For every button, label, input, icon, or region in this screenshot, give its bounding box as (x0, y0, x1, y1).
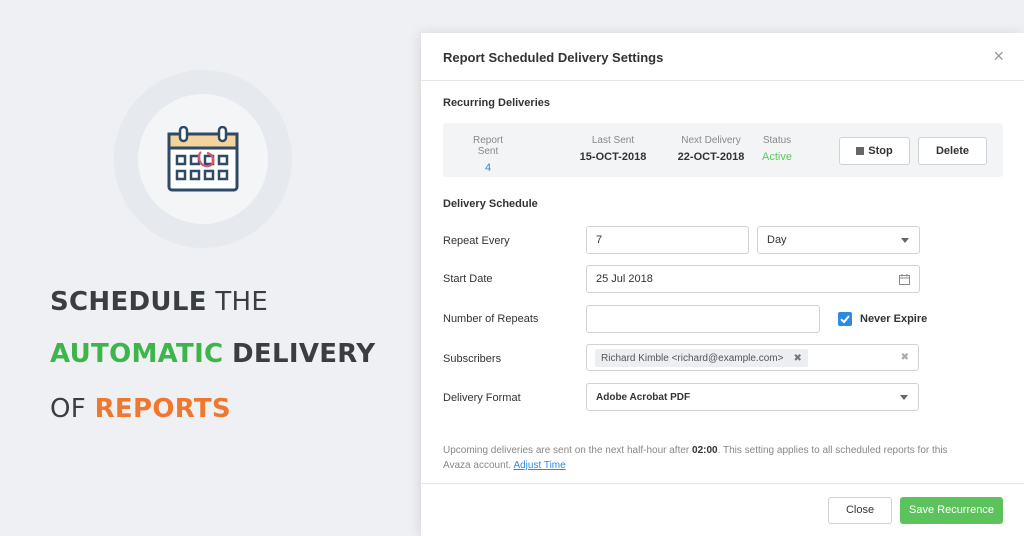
delivery-format-value: Adobe Acrobat PDF (596, 391, 691, 403)
note-text-pre: Upcoming deliveries are sent on the next… (443, 445, 690, 456)
subscribers-label: Subscribers (443, 353, 502, 365)
subscriber-tag: Richard Kimble <richard@example.com> ✖ (595, 349, 808, 367)
stop-button-label: Stop (868, 145, 893, 157)
repeat-every-input[interactable]: 7 (586, 226, 749, 254)
hero-line-2: AUTOMATIC DELIVERY (50, 339, 375, 369)
subscriber-tag-label: Richard Kimble <richard@example.com> (601, 352, 784, 364)
stat-value: 22-OCT-2018 (677, 151, 745, 163)
start-date-input[interactable]: 25 Jul 2018 (586, 265, 920, 293)
stat-value: 4 (484, 162, 492, 174)
modal-footer-divider (421, 483, 1024, 484)
stat-status: Status Active (751, 135, 803, 163)
start-date-label: Start Date (443, 273, 493, 285)
chevron-down-icon (900, 395, 908, 400)
modal-title: Report Scheduled Delivery Settings (443, 50, 664, 65)
stop-button[interactable]: Stop (839, 137, 910, 165)
number-of-repeats-input[interactable] (586, 305, 820, 333)
clear-subscribers-icon[interactable]: ✖ (901, 352, 909, 363)
delivery-settings-modal: Report Scheduled Delivery Settings × Rec… (421, 33, 1024, 536)
remove-subscriber-icon[interactable]: ✖ (793, 353, 801, 364)
never-expire-checkbox[interactable] (838, 312, 852, 326)
hero-word-reports: REPORTS (94, 394, 231, 424)
save-recurrence-button[interactable]: Save Recurrence (900, 497, 1003, 524)
repeat-unit-value: Day (767, 234, 787, 246)
never-expire-label[interactable]: Never Expire (860, 313, 927, 325)
hero-word-schedule: SCHEDULE (50, 287, 207, 317)
calendar-icon (167, 126, 239, 192)
subscribers-input[interactable]: Richard Kimble <richard@example.com> ✖ ✖ (586, 344, 919, 371)
stop-icon (856, 147, 865, 155)
hero-word-the: THE (215, 287, 269, 317)
close-icon[interactable]: × (993, 46, 1004, 67)
calendar-picker-icon[interactable] (899, 274, 910, 285)
stat-label: Report Sent (472, 135, 503, 157)
hero-word-automatic: AUTOMATIC (50, 339, 224, 369)
repeat-unit-select[interactable]: Day (757, 226, 920, 254)
number-of-repeats-label: Number of Repeats (443, 313, 539, 325)
stat-last-sent: Last Sent 15-OCT-2018 (561, 135, 665, 163)
start-date-value: 25 Jul 2018 (596, 273, 653, 285)
delivery-format-select[interactable]: Adobe Acrobat PDF (586, 383, 919, 411)
hero-line-3: OF REPORTS (50, 394, 231, 424)
modal-header: Report Scheduled Delivery Settings × (421, 33, 1024, 81)
hero-word-of: OF (50, 394, 87, 424)
stat-value: 15-OCT-2018 (579, 151, 647, 163)
hero-word-delivery: DELIVERY (232, 339, 376, 369)
adjust-time-link[interactable]: Adjust Time (513, 460, 565, 471)
stat-label: Status (762, 135, 792, 146)
stat-report-sent: Report Sent 4 (463, 135, 513, 174)
delivery-summary: Report Sent 4 Last Sent 15-OCT-2018 Next… (443, 123, 1003, 177)
schedule-note: Upcoming deliveries are sent on the next… (443, 443, 963, 473)
note-time: 02:00 (692, 445, 718, 456)
stat-value: Active (762, 151, 792, 163)
delivery-schedule-heading: Delivery Schedule (443, 198, 538, 210)
recurring-deliveries-heading: Recurring Deliveries (443, 97, 550, 109)
stat-label: Last Sent (591, 135, 635, 146)
delivery-format-label: Delivery Format (443, 392, 521, 404)
checkmark-icon (840, 315, 850, 324)
close-button[interactable]: Close (828, 497, 892, 524)
stat-label: Next Delivery (681, 135, 741, 146)
hero-line-1: SCHEDULE THE (50, 287, 268, 317)
chevron-down-icon (901, 238, 909, 243)
delete-button[interactable]: Delete (918, 137, 987, 165)
stat-next-delivery: Next Delivery 22-OCT-2018 (659, 135, 763, 163)
repeat-every-label: Repeat Every (443, 235, 510, 247)
